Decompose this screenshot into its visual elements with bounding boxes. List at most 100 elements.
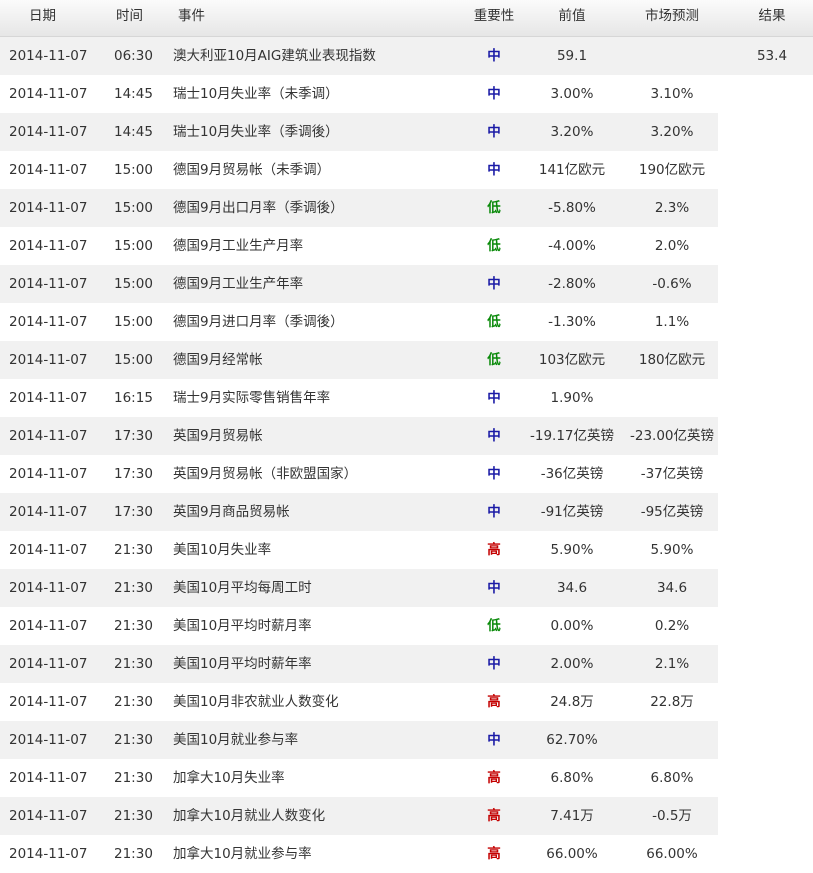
event-date: 2014-11-07	[9, 466, 88, 482]
event-date: 2014-11-07	[9, 352, 88, 368]
event-name: 德国9月出口月率（季调後）	[173, 200, 344, 216]
event-time: 21:30	[114, 732, 153, 748]
table-row[interactable]: 2014-11-07 15:00 德国9月贸易帐（未季调） 中 141亿欧元 190亿欧元	[0, 151, 813, 189]
table-row[interactable]: 2014-11-07 21:30 加拿大10月失业率 高 6.80% 6.80%	[0, 759, 813, 797]
table-row[interactable]: 2014-11-07 21:30 美国10月就业参与率 中 62.70%	[0, 721, 813, 759]
header-previous[interactable]: 前值	[522, 0, 622, 34]
event-name: 德国9月经常帐	[173, 352, 263, 368]
header-forecast[interactable]: 市场预测	[622, 0, 722, 34]
table-row[interactable]: 2014-11-07 17:30 英国9月商品贸易帐 中 -91亿英镑 -95亿英镑	[0, 493, 813, 531]
event-name: 英国9月贸易帐	[173, 428, 263, 444]
result-value	[722, 835, 813, 873]
forecast-value: 2.0%	[654, 238, 690, 254]
result-value	[722, 417, 813, 455]
result-value	[722, 683, 813, 721]
table-body: 2014-11-07 06:30 澳大利亚10月AIG建筑业表现指数中 59.1 53.…	[0, 37, 813, 873]
table-row[interactable]: 2014-11-07 15:00 德国9月经常帐 低 103亿欧元 180亿欧元	[0, 341, 813, 379]
importance-badge: 高	[487, 542, 501, 558]
previous-value: -1.30%	[548, 314, 596, 330]
table-row[interactable]: 2014-11-07 21:30 加拿大10月就业参与率 高 66.00% 66.00%	[0, 835, 813, 873]
event-name: 德国9月工业生产月率	[173, 238, 304, 254]
event-name: 美国10月平均时薪月率	[173, 618, 312, 634]
previous-value: -36亿英镑	[540, 466, 604, 482]
result-value	[722, 265, 813, 303]
forecast-value: 5.90%	[650, 542, 694, 558]
previous-value: 141亿欧元	[538, 162, 606, 178]
table-row[interactable]: 2014-11-07 14:45 瑞士10月失业率（季调後） 中 3.20% 3.20%	[0, 113, 813, 151]
header-time[interactable]: 时间	[116, 0, 143, 34]
event-time: 15:00	[114, 238, 153, 254]
event-time: 21:30	[114, 694, 153, 710]
event-time: 21:30	[114, 618, 153, 634]
event-date: 2014-11-07	[9, 86, 88, 102]
event-name: 美国10月就业参与率	[173, 732, 299, 748]
forecast-value: 2.1%	[654, 656, 690, 672]
table-row[interactable]: 2014-11-07 15:00 德国9月出口月率（季调後） 低 -5.80% 2.3%	[0, 189, 813, 227]
event-date: 2014-11-07	[9, 694, 88, 710]
previous-value: -4.00%	[548, 238, 596, 254]
header-result[interactable]: 结果	[722, 0, 813, 34]
table-row[interactable]: 2014-11-07 21:30 美国10月平均时薪月率 低 0.00% 0.2%	[0, 607, 813, 645]
event-name: 澳大利亚10月AIG建筑业表现指数	[173, 48, 376, 64]
table-row[interactable]: 2014-11-07 21:30 美国10月非农就业人数变化 高 24.8万 22.8万	[0, 683, 813, 721]
event-date: 2014-11-07	[9, 276, 88, 292]
result-value	[722, 303, 813, 341]
event-name: 德国9月进口月率（季调後）	[173, 314, 344, 330]
table-row[interactable]: 2014-11-07 15:00 德国9月工业生产年率 中 -2.80% -0.6%	[0, 265, 813, 303]
table-row[interactable]: 2014-11-07 21:30 加拿大10月就业人数变化 高 7.41万 -0.5万	[0, 797, 813, 835]
table-row[interactable]: 2014-11-07 15:00 德国9月进口月率（季调後） 低 -1.30% 1.1%	[0, 303, 813, 341]
header-importance[interactable]: 重要性	[458, 0, 530, 34]
previous-value: 6.80%	[550, 770, 594, 786]
forecast-value	[622, 37, 722, 75]
event-name: 美国10月失业率	[173, 542, 272, 558]
event-date: 2014-11-07	[9, 808, 88, 824]
event-name: 瑞士10月失业率（季调後）	[173, 124, 339, 140]
header-date[interactable]: 日期	[29, 0, 56, 34]
table-row[interactable]: 2014-11-07 16:15 瑞士9月实际零售销售年率 中 1.90%	[0, 379, 813, 417]
importance-badge: 高	[487, 808, 501, 824]
event-name: 美国10月平均每周工时	[173, 580, 312, 596]
event-name: 德国9月贸易帐（未季调）	[173, 162, 331, 178]
event-date: 2014-11-07	[9, 504, 88, 520]
table-row[interactable]: 2014-11-07 14:45 瑞士10月失业率（未季调） 中 3.00% 3.10%	[0, 75, 813, 113]
forecast-value: 3.20%	[650, 124, 694, 140]
forecast-value: 34.6	[656, 580, 688, 596]
importance-badge: 中	[487, 580, 501, 596]
event-time: 21:30	[114, 846, 153, 862]
forecast-value: 1.1%	[654, 314, 690, 330]
forecast-value: -37亿英镑	[640, 466, 704, 482]
event-date: 2014-11-07	[9, 314, 88, 330]
previous-value: -91亿英镑	[540, 504, 604, 520]
result-value	[722, 531, 813, 569]
previous-value: 3.20%	[550, 124, 594, 140]
event-name: 加拿大10月就业参与率	[173, 846, 312, 862]
table-row[interactable]: 2014-11-07 15:00 德国9月工业生产月率 低 -4.00% 2.0%	[0, 227, 813, 265]
event-time: 15:00	[114, 314, 153, 330]
table-header: 日期 时间 事件 重要性 前值 市场预测 结果	[0, 0, 813, 37]
previous-value: 24.8万	[550, 694, 594, 710]
table-row[interactable]: 2014-11-07 21:30 美国10月失业率 高 5.90% 5.90%	[0, 531, 813, 569]
result-value	[722, 151, 813, 189]
event-date: 2014-11-07	[9, 238, 88, 254]
event-name: 德国9月工业生产年率	[173, 276, 304, 292]
event-date: 2014-11-07	[9, 846, 88, 862]
table-row[interactable]: 2014-11-07 06:30 澳大利亚10月AIG建筑业表现指数 中 59.1 53.…	[0, 37, 813, 75]
table-row[interactable]: 2014-11-07 21:30 美国10月平均时薪年率 中 2.00% 2.1%	[0, 645, 813, 683]
importance-badge: 中	[487, 86, 501, 102]
event-date: 2014-11-07	[9, 48, 88, 64]
event-time: 17:30	[114, 504, 153, 520]
importance-badge: 低	[487, 618, 501, 634]
forecast-value: -0.6%	[652, 276, 692, 292]
importance-badge: 高	[487, 846, 501, 862]
result-value	[722, 759, 813, 797]
previous-value: 2.00%	[550, 656, 594, 672]
event-time: 17:30	[114, 428, 153, 444]
importance-badge: 低	[487, 200, 501, 216]
result-value	[722, 645, 813, 683]
forecast-value: 2.3%	[654, 200, 690, 216]
importance-badge: 中	[487, 48, 501, 64]
table-row[interactable]: 2014-11-07 17:30 英国9月贸易帐 中 -19.17亿英镑 -23.00亿英…	[0, 417, 813, 455]
table-row[interactable]: 2014-11-07 17:30 英国9月贸易帐（非欧盟国家） 中 -36亿英镑 -37亿…	[0, 455, 813, 493]
table-row[interactable]: 2014-11-07 21:30 美国10月平均每周工时 中 34.6 34.6	[0, 569, 813, 607]
header-event[interactable]: 事件	[178, 0, 205, 34]
